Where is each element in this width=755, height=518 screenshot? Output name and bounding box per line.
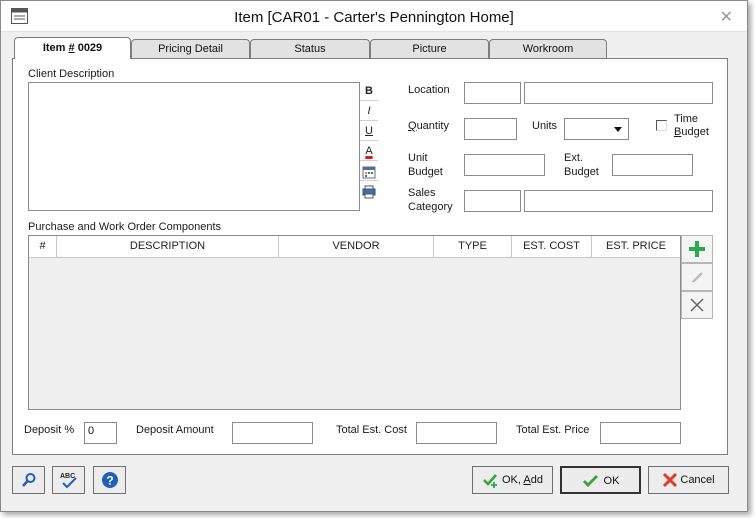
tab-item[interactable]: Item # 0029	[14, 37, 131, 59]
insert-date-button[interactable]	[360, 162, 378, 181]
quantity-input[interactable]	[464, 118, 517, 140]
font-color-button[interactable]: A	[360, 142, 378, 161]
components-grid[interactable]: # DESCRIPTION VENDOR TYPE EST. COST EST.…	[28, 235, 681, 410]
deposit-amount-input[interactable]	[232, 422, 313, 444]
client-description-input[interactable]	[28, 82, 360, 211]
grid-header: # DESCRIPTION VENDOR TYPE EST. COST EST.…	[29, 236, 680, 258]
title-bar: Item [CAR01 - Carter's Pennington Home] …	[1, 1, 747, 32]
help-icon: ?	[101, 472, 118, 488]
deposit-pct-input[interactable]: 0	[84, 422, 117, 444]
search-icon	[21, 473, 35, 487]
help-button[interactable]: ?	[93, 466, 126, 494]
calendar-icon	[362, 166, 376, 179]
delete-x-icon	[690, 298, 704, 312]
tab-pricing-detail[interactable]: Pricing Detail	[131, 39, 250, 59]
time-budget-checkbox[interactable]	[656, 120, 667, 131]
delete-component-button[interactable]	[681, 291, 713, 319]
ok-button[interactable]: OK	[560, 466, 641, 494]
item-dialog: Item [CAR01 - Carter's Pennington Home] …	[0, 0, 748, 512]
ext-budget-input[interactable]	[612, 154, 693, 176]
column-vendor[interactable]: VENDOR	[279, 236, 434, 258]
units-label: Units	[532, 120, 558, 132]
sales-category-code-input[interactable]	[464, 190, 521, 212]
column-description[interactable]: DESCRIPTION	[57, 236, 279, 258]
underline-button[interactable]: U	[360, 122, 378, 141]
location-name-input[interactable]	[524, 82, 713, 104]
checkmark-plus-icon	[483, 474, 497, 489]
deposit-pct-label: Deposit %	[24, 424, 75, 436]
add-component-button[interactable]	[681, 235, 713, 263]
svg-text:ABC: ABC	[60, 473, 75, 480]
unit-budget-input[interactable]	[464, 154, 545, 176]
sales-category-name-input[interactable]	[524, 190, 713, 212]
tab-picture[interactable]: Picture	[370, 39, 489, 59]
chevron-down-icon	[614, 127, 622, 132]
pencil-icon	[691, 272, 703, 283]
client-description-label: Client Description	[28, 68, 115, 80]
deposit-amount-label: Deposit Amount	[136, 424, 214, 436]
bold-button[interactable]: B	[360, 82, 378, 101]
column-est-cost[interactable]: EST. COST	[512, 236, 592, 258]
ext-budget-label: Ext. Budget	[564, 152, 599, 178]
italic-button[interactable]: I	[360, 102, 378, 121]
sales-category-label: Sales Category	[408, 187, 453, 213]
column-type[interactable]: TYPE	[434, 236, 512, 258]
quantity-label: Quantity	[408, 120, 449, 132]
spell-check-button[interactable]: ABC	[52, 466, 85, 494]
time-budget-label: Time Budget	[674, 113, 709, 138]
tab-workroom[interactable]: Workroom	[489, 39, 607, 59]
location-code-input[interactable]	[464, 82, 521, 104]
location-label: Location	[408, 84, 450, 96]
window-title: Item [CAR01 - Carter's Pennington Home]	[234, 9, 514, 26]
svg-text:?: ?	[106, 474, 113, 488]
total-est-cost-label: Total Est. Cost	[336, 424, 407, 436]
total-est-cost-input[interactable]	[416, 422, 497, 444]
close-icon[interactable]: ✕	[720, 7, 733, 27]
spell-check-icon: ABC	[60, 473, 77, 489]
components-label: Purchase and Work Order Components	[28, 221, 221, 233]
unit-budget-label: Unit Budget	[408, 152, 443, 178]
column-number[interactable]: #	[29, 236, 57, 258]
insert-text-button[interactable]	[360, 182, 378, 201]
tab-status[interactable]: Status	[250, 39, 370, 59]
ok-add-button[interactable]: OK, Add	[472, 466, 553, 494]
search-button[interactable]	[12, 466, 45, 494]
plus-icon	[689, 241, 705, 257]
printer-icon	[362, 185, 376, 199]
total-est-price-input[interactable]	[600, 422, 681, 444]
checkmark-icon	[582, 475, 598, 488]
total-est-price-label: Total Est. Price	[516, 424, 590, 436]
cancel-button[interactable]: Cancel	[648, 466, 729, 494]
column-est-price[interactable]: EST. PRICE	[592, 236, 680, 258]
units-select[interactable]	[564, 118, 629, 140]
cancel-x-icon	[663, 473, 678, 488]
edit-component-button[interactable]	[681, 263, 713, 291]
